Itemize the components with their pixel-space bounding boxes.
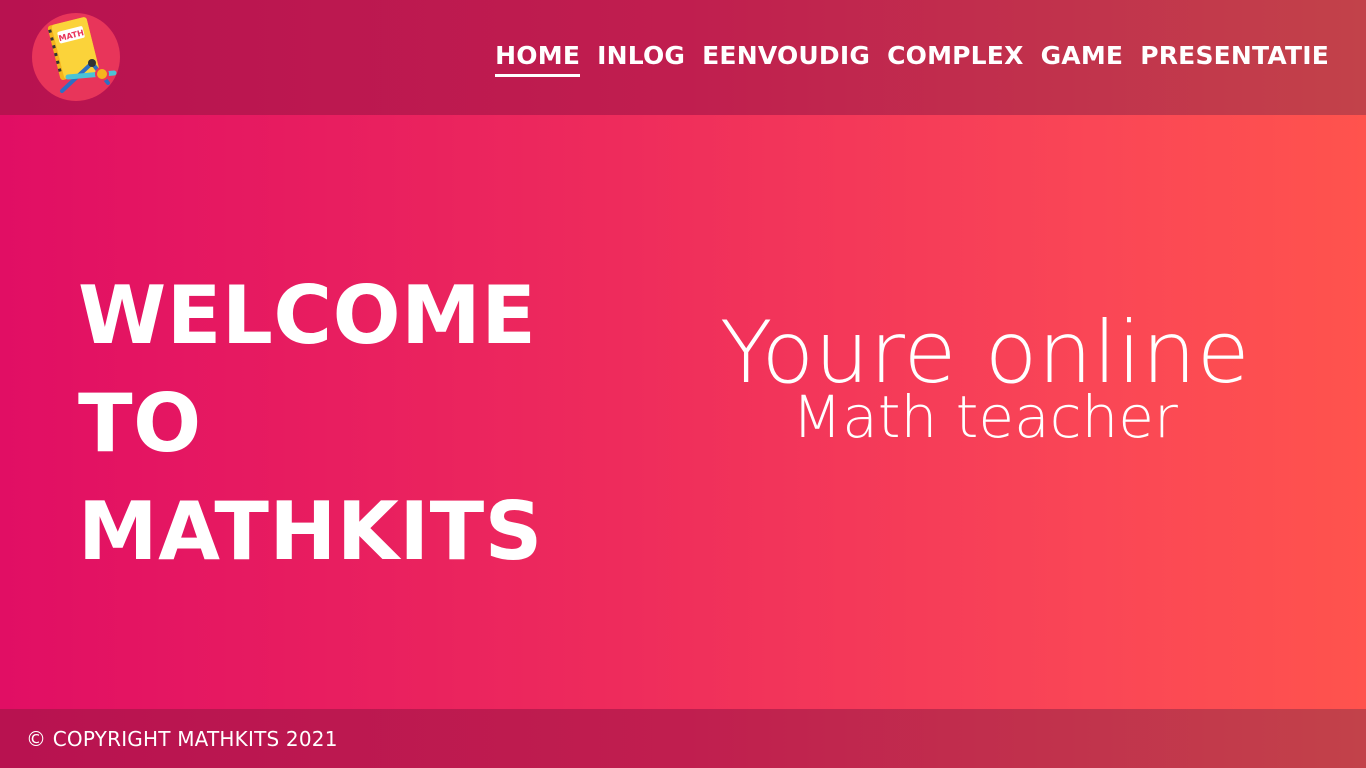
nav-inlog[interactable]: INLOG: [597, 38, 685, 77]
nav-eenvoudig[interactable]: EENVOUDIG: [702, 38, 870, 77]
nav-home[interactable]: HOME: [495, 38, 581, 77]
welcome-line: MATHKITS: [78, 485, 543, 578]
math-notebook-compass-icon: MATH: [32, 13, 120, 101]
welcome-line: WELCOME: [78, 269, 537, 362]
welcome-heading: WELCOME TO MATHKITS: [78, 262, 543, 586]
site-logo[interactable]: MATH: [32, 13, 120, 101]
copyright-text: © COPYRIGHT MATHKITS 2021: [26, 727, 338, 751]
nav-complex[interactable]: COMPLEX: [887, 38, 1023, 77]
nav-presentatie[interactable]: PRESENTATIE: [1140, 38, 1329, 77]
nav-game[interactable]: GAME: [1041, 38, 1124, 77]
tagline: Youre online Math teacher: [700, 305, 1270, 447]
welcome-line: TO: [78, 377, 202, 470]
site-footer: © COPYRIGHT MATHKITS 2021: [0, 709, 1366, 768]
main-nav: HOME INLOG EENVOUDIG COMPLEX GAME PRESEN…: [495, 38, 1329, 77]
site-header: MATH HOME INLOG EENVOUDIG COMPLEX GAME P…: [0, 0, 1366, 115]
